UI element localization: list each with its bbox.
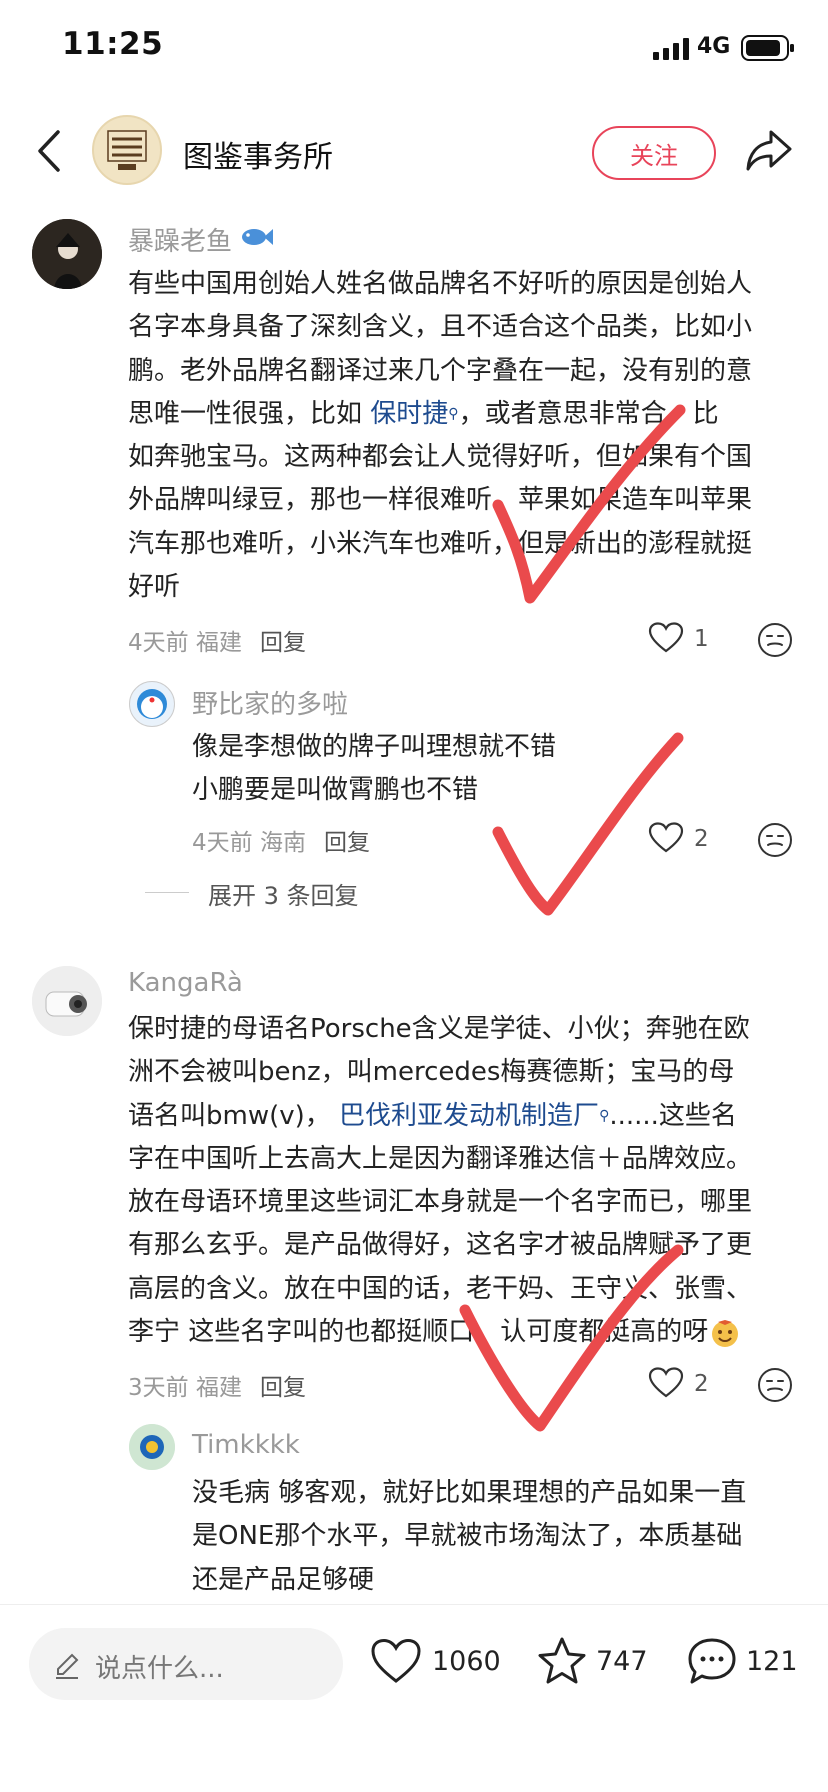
comment-text: 保时捷的母语名Porsche含义是学徒、小伙；奔驰在欧 洲不会被叫benz，叫m… xyxy=(128,1008,808,1354)
reply-line: 像是李想做的牌子叫理想就不错 xyxy=(192,732,557,762)
comment-line-text: 李宁 这些名字叫的也都挺顺口，认可度都挺高的呀 xyxy=(128,1317,709,1348)
reply-meta: 4天前 海南 回复 xyxy=(192,823,370,857)
favorite-total: 747 xyxy=(596,1646,648,1677)
comment-line: 李宁 这些名字叫的也都挺顺口，认可度都挺高的呀 xyxy=(128,1311,808,1354)
commenter-avatar[interactable] xyxy=(32,219,102,289)
star-icon[interactable] xyxy=(536,1636,588,1686)
like-total: 1060 xyxy=(432,1646,501,1677)
avatar-image xyxy=(32,219,102,289)
fish-icon xyxy=(242,229,273,245)
reply-username[interactable]: Timkkkk xyxy=(192,1430,300,1460)
back-button[interactable] xyxy=(34,128,64,174)
heart-icon[interactable] xyxy=(648,1367,684,1399)
reply-button[interactable]: 回复 xyxy=(260,1375,306,1401)
like-count: 2 xyxy=(694,826,709,852)
comment-username[interactable]: KangaRà xyxy=(128,968,243,998)
share-icon[interactable] xyxy=(744,126,794,174)
comment-line: 汽车那也难听，小米汽车也难听，但是新出的澎程就挺 xyxy=(128,528,753,559)
comment-line: 思唯一性很强，比如 保时捷⚲，或者意思非常合，比 xyxy=(128,393,798,436)
comment-line: 放在母语环境里这些词汇本身就是一个名字而已，哪里 xyxy=(128,1187,753,1218)
reply-time: 4天前 xyxy=(192,830,253,856)
commenter-avatar[interactable] xyxy=(32,966,102,1036)
reply-line: 还是产品足够硬 xyxy=(192,1564,375,1595)
avatar-image xyxy=(129,1424,175,1470)
comment-line: 保时捷的母语名Porsche含义是学徒、小伙；奔驰在欧 xyxy=(128,1014,750,1044)
account-avatar[interactable] xyxy=(92,115,162,185)
emoji-icon xyxy=(710,1318,740,1348)
reply-text: 像是李想做的牌子叫理想就不错 小鹏要是叫做霄鹏也不错 xyxy=(192,726,792,813)
comment-line: 字在中国听上去高大上是因为翻译雅达信＋品牌效应。 xyxy=(128,1143,753,1174)
reply-avatar[interactable] xyxy=(129,1424,175,1470)
reply-line: 是ONE那个水平，早就被市场淘汰了，本质基础 xyxy=(192,1521,743,1552)
comment-line: 鹏。老外品牌名翻译过来几个字叠在一起，没有别的意 xyxy=(128,355,753,386)
comment-total: 121 xyxy=(746,1646,798,1677)
search-link[interactable]: 保时捷 xyxy=(370,399,448,429)
reply-button[interactable]: 回复 xyxy=(260,630,306,656)
search-link[interactable]: 巴伐利亚发动机制造厂 xyxy=(339,1101,599,1131)
comment-line-text: ，或者意思非常合，比 xyxy=(458,398,719,429)
account-name[interactable]: 图鉴事务所 xyxy=(183,132,333,176)
search-link-icon[interactable]: ⚲ xyxy=(448,406,458,422)
reply-avatar[interactable] xyxy=(129,681,175,727)
comment-line-text: 思唯一性很强，比如 xyxy=(128,398,363,429)
comment-meta: 3天前 福建 回复 xyxy=(128,1368,306,1402)
comment-line: 洲不会被叫benz，叫mercedes梅赛德斯；宝马的母 xyxy=(128,1057,735,1088)
expand-replies-button[interactable]: 展开 3 条回复 xyxy=(208,876,359,911)
account-logo xyxy=(107,130,147,170)
network-type: 4G xyxy=(697,34,731,59)
comment-time: 4天前 xyxy=(128,630,189,656)
comment-location: 福建 xyxy=(195,630,242,656)
reply-line: 没毛病 够客观，就好比如果理想的产品如果一直 xyxy=(192,1478,747,1508)
like-count: 1 xyxy=(694,626,709,652)
comment-icon[interactable] xyxy=(686,1636,738,1686)
expand-divider xyxy=(145,892,189,893)
reply-username[interactable]: 野比家的多啦 xyxy=(192,684,348,721)
comment-username[interactable]: 暴躁老鱼 xyxy=(128,221,232,258)
heart-icon[interactable] xyxy=(648,622,684,654)
comment-text: 有些中国用创始人姓名做品牌名不好听的原因是创始人 名字本身具备了深刻含义，且不适… xyxy=(128,263,798,609)
comment-line: 外品牌叫绿豆，那也一样很难听，苹果如果造车叫苹果 xyxy=(128,485,753,516)
avatar-image xyxy=(32,966,102,1036)
reply-text: 没毛病 够客观，就好比如果理想的产品如果一直 是ONE那个水平，早就被市场淘汰了… xyxy=(192,1472,802,1602)
comment-input-placeholder[interactable]: 说点什么... xyxy=(95,1648,224,1685)
comment-meta: 4天前 福建 回复 xyxy=(128,623,306,657)
search-link-icon[interactable]: ⚲ xyxy=(599,1108,609,1124)
avatar-image xyxy=(137,689,167,719)
follow-button[interactable]: 关注 xyxy=(592,126,716,180)
comment-time: 3天前 xyxy=(128,1375,189,1401)
reply-location: 海南 xyxy=(259,830,306,856)
comment-line: 高层的含义。放在中国的话，老干妈、王守义、张雪、 xyxy=(128,1273,753,1304)
comment-line: 如奔驰宝马。这两种都会让人觉得好听，但如果有个国 xyxy=(128,442,753,473)
comment-line: 好听 xyxy=(128,572,181,603)
like-icon[interactable] xyxy=(370,1638,422,1684)
reply-line: 小鹏要是叫做霄鹏也不错 xyxy=(192,775,479,806)
comment-line: 有那么玄乎。是产品做得好，这名字才被品牌赋予了更 xyxy=(128,1230,753,1261)
reply-button[interactable]: 回复 xyxy=(324,830,370,856)
dislike-icon[interactable] xyxy=(757,622,793,658)
comment-line: 语名叫bmw(v)， 巴伐利亚发动机制造厂⚲......这些名 xyxy=(128,1095,808,1138)
battery-icon xyxy=(741,35,794,61)
status-time: 11:25 xyxy=(62,26,164,62)
comment-line: 名字本身具备了深刻含义，且不适合这个品类，比如小 xyxy=(128,312,753,343)
dislike-icon[interactable] xyxy=(757,1367,793,1403)
heart-icon[interactable] xyxy=(648,822,684,854)
pencil-icon xyxy=(56,1653,79,1679)
dislike-icon[interactable] xyxy=(757,822,793,858)
comment-line-text: ......这些名 xyxy=(609,1100,737,1131)
comment-location: 福建 xyxy=(195,1375,242,1401)
comment-line: 有些中国用创始人姓名做品牌名不好听的原因是创始人 xyxy=(128,269,753,299)
signal-icon xyxy=(653,38,689,60)
comment-line-text: 语名叫bmw(v)， xyxy=(128,1100,331,1131)
like-count: 2 xyxy=(694,1371,709,1397)
